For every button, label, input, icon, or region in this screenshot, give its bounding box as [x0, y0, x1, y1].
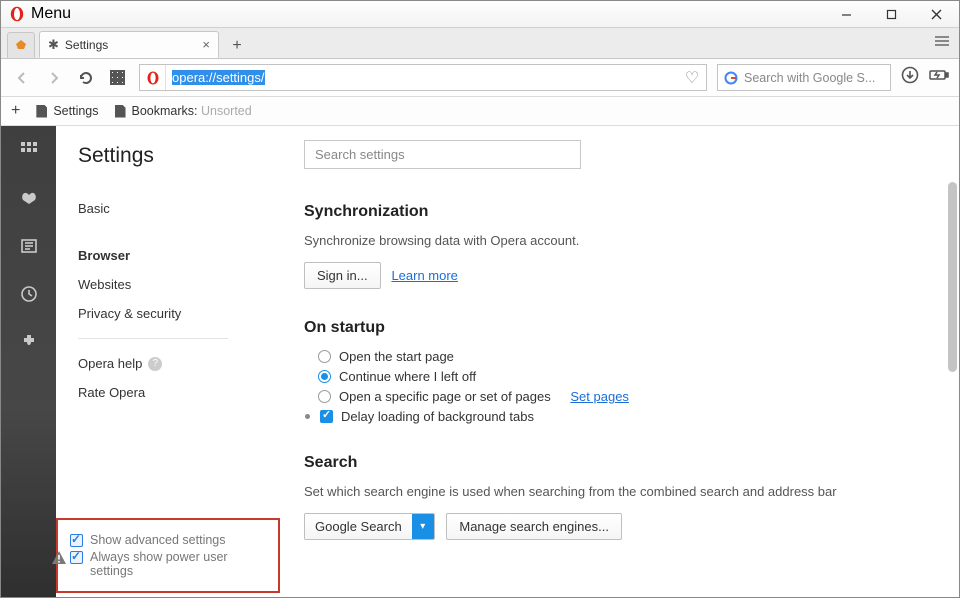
search-heading: Search [304, 454, 929, 472]
bullet-icon [305, 414, 310, 419]
scrollbar-thumb[interactable] [948, 182, 957, 372]
window-maximize-button[interactable] [869, 2, 914, 27]
toolbar: opera://settings/ ♡ Search with Google S… [1, 59, 959, 97]
section-search: Search Set which search engine is used w… [304, 454, 929, 540]
nav-privacy[interactable]: Privacy & security [78, 299, 260, 328]
startup-option-delay-loading[interactable]: Delay loading of background tabs [305, 409, 929, 424]
sign-in-button[interactable]: Sign in... [304, 262, 381, 289]
learn-more-link[interactable]: Learn more [391, 268, 457, 283]
rail-news-icon[interactable] [19, 236, 39, 256]
search-description: Set which search engine is used when sea… [304, 484, 929, 499]
rail-speed-dial-icon[interactable] [19, 140, 39, 160]
manage-search-engines-button[interactable]: Manage search engines... [446, 513, 622, 540]
window-minimize-button[interactable] [824, 2, 869, 27]
startup-heading: On startup [304, 319, 929, 337]
page-icon [36, 105, 47, 118]
search-placeholder: Search with Google S... [744, 71, 875, 85]
tab-menu-icon[interactable] [935, 34, 949, 50]
address-url[interactable]: opera://settings/ [166, 70, 678, 85]
bookmark-settings[interactable]: Settings [36, 104, 98, 118]
chevron-down-icon: ▾ [412, 514, 434, 539]
window-titlebar: Menu [1, 1, 959, 28]
main-area: Settings Basic Browser Websites Privacy … [1, 126, 959, 597]
address-bar[interactable]: opera://settings/ ♡ [139, 64, 707, 91]
rail-extensions-icon[interactable] [19, 332, 39, 352]
bookmark-unsorted[interactable]: Bookmarks: Unsorted [115, 104, 252, 118]
settings-sidebar: Settings Basic Browser Websites Privacy … [56, 126, 274, 597]
search-bar[interactable]: Search with Google S... [717, 64, 891, 91]
bookmark-page-icon[interactable]: ♡ [678, 68, 706, 88]
startup-option-specific-page[interactable]: Open a specific page or set of pages Set… [318, 389, 929, 404]
forward-button[interactable] [43, 67, 65, 89]
gear-icon: ✱ [48, 37, 59, 53]
speed-dial-button[interactable] [107, 67, 129, 89]
add-bookmark-button[interactable]: + [11, 102, 20, 120]
help-icon: ? [148, 357, 162, 371]
opera-logo-icon [9, 6, 25, 22]
new-tab-button[interactable]: + [223, 34, 251, 58]
window-close-button[interactable] [914, 2, 959, 27]
tab-label: Settings [65, 38, 108, 52]
pinned-tab[interactable] [7, 32, 35, 58]
show-advanced-checkbox[interactable] [70, 534, 83, 547]
settings-content: Search settings Synchronization Synchron… [274, 126, 959, 597]
site-badge-icon[interactable] [140, 65, 166, 90]
show-advanced-checkbox-row[interactable]: Show advanced settings [70, 533, 268, 547]
warning-icon [52, 551, 66, 564]
section-on-startup: On startup Open the start page Continue … [304, 319, 929, 424]
sync-heading: Synchronization [304, 203, 929, 221]
startup-option-start-page[interactable]: Open the start page [318, 349, 929, 364]
page-icon [115, 105, 126, 118]
reload-button[interactable] [75, 67, 97, 89]
battery-icon[interactable] [929, 68, 949, 87]
tab-close-button[interactable]: × [202, 37, 210, 52]
nav-websites[interactable]: Websites [78, 270, 260, 299]
nav-rate-opera[interactable]: Rate Opera [78, 378, 260, 407]
tab-settings[interactable]: ✱ Settings × [39, 31, 219, 58]
power-user-checkbox[interactable] [70, 551, 83, 564]
advanced-settings-box: Show advanced settings Always show power… [56, 518, 280, 593]
section-synchronization: Synchronization Synchronize browsing dat… [304, 203, 929, 289]
power-user-checkbox-row[interactable]: Always show power user settings [70, 550, 268, 578]
nav-opera-help[interactable]: Opera help? [78, 349, 260, 378]
sync-description: Synchronize browsing data with Opera acc… [304, 233, 929, 248]
rail-bookmarks-icon[interactable] [19, 188, 39, 208]
menu-label[interactable]: Menu [31, 5, 71, 23]
tab-strip: ✱ Settings × + [1, 28, 959, 59]
left-rail [1, 126, 56, 597]
settings-search-input[interactable]: Search settings [304, 140, 581, 169]
nav-basic[interactable]: Basic [78, 194, 260, 223]
downloads-icon[interactable] [901, 66, 919, 89]
google-icon [724, 71, 738, 85]
back-button[interactable] [11, 67, 33, 89]
rail-history-icon[interactable] [19, 284, 39, 304]
nav-browser[interactable]: Browser [78, 241, 260, 270]
bookmarks-bar: + Settings Bookmarks: Unsorted [1, 97, 959, 126]
page-title: Settings [78, 144, 260, 168]
set-pages-link[interactable]: Set pages [570, 389, 629, 404]
search-engine-select[interactable]: Google Search ▾ [304, 513, 435, 540]
startup-option-continue[interactable]: Continue where I left off [318, 369, 929, 384]
